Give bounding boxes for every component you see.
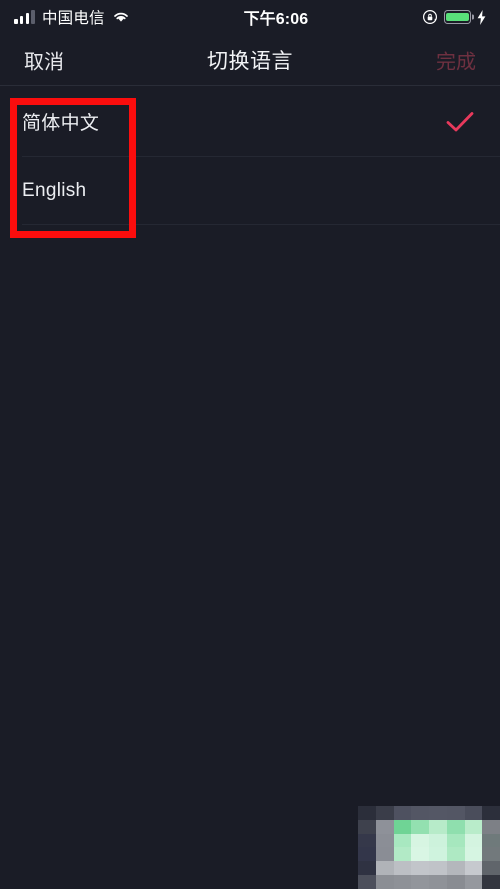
language-list: 简体中文 English bbox=[0, 87, 500, 225]
mosaic-tile bbox=[375, 806, 394, 820]
mosaic-tile bbox=[393, 875, 412, 889]
mosaic-tile bbox=[375, 861, 394, 876]
language-option-simplified-chinese[interactable]: 简体中文 bbox=[0, 87, 500, 156]
checkmark-icon bbox=[446, 111, 474, 133]
mosaic-tile bbox=[446, 806, 465, 820]
mosaic-tile bbox=[411, 861, 429, 876]
mosaic-tile bbox=[464, 847, 483, 862]
mosaic-tile bbox=[375, 833, 394, 848]
mosaic-tile bbox=[411, 833, 429, 848]
mosaic-tile bbox=[482, 806, 500, 820]
mosaic-tile bbox=[393, 833, 412, 848]
mosaic-tile bbox=[446, 861, 465, 876]
mosaic-tile bbox=[358, 847, 376, 862]
list-item-label: 简体中文 bbox=[22, 113, 100, 134]
mosaic-tile bbox=[429, 861, 447, 876]
mosaic-tile bbox=[429, 847, 447, 862]
wifi-icon bbox=[112, 10, 130, 24]
mosaic-tile bbox=[482, 819, 500, 834]
mosaic-tile bbox=[464, 861, 483, 876]
mosaic-tile bbox=[464, 819, 483, 834]
mosaic-tile bbox=[358, 833, 376, 848]
mosaic-tile bbox=[411, 806, 429, 820]
pixelated-censor-block bbox=[358, 806, 500, 889]
mosaic-tile bbox=[358, 819, 376, 834]
mosaic-tile bbox=[464, 806, 483, 820]
mosaic-tile bbox=[411, 819, 429, 834]
mosaic-tile bbox=[393, 861, 412, 876]
navigation-bar: 取消 切换语言 完成 bbox=[0, 34, 500, 86]
language-option-english[interactable]: English bbox=[0, 156, 500, 225]
status-time: 下午6:06 bbox=[243, 11, 309, 28]
mosaic-tile bbox=[429, 819, 447, 834]
mosaic-tile bbox=[464, 875, 483, 889]
mosaic-tile bbox=[429, 875, 447, 889]
status-bar-center: 下午6:06 bbox=[130, 5, 422, 29]
mosaic-tile bbox=[446, 847, 465, 862]
phone-screen: 中国电信 下午6:06 取消 切换语言 完成 简体中文 English bbox=[0, 0, 500, 889]
mosaic-tile bbox=[464, 833, 483, 848]
mosaic-tile bbox=[358, 875, 376, 889]
mosaic-tile bbox=[446, 833, 465, 848]
mosaic-tile bbox=[375, 875, 394, 889]
mosaic-tile bbox=[482, 861, 500, 876]
mosaic-tile bbox=[482, 847, 500, 862]
lightning-bolt-icon bbox=[477, 9, 486, 25]
page-title: 切换语言 bbox=[207, 49, 293, 73]
mosaic-tile bbox=[358, 861, 376, 876]
mosaic-tile bbox=[482, 833, 500, 848]
mosaic-tile bbox=[446, 875, 465, 889]
mosaic-tile bbox=[393, 847, 412, 862]
mosaic-tile bbox=[375, 847, 394, 862]
mosaic-tile bbox=[429, 833, 447, 848]
mosaic-tile bbox=[375, 819, 394, 834]
mosaic-tile bbox=[411, 875, 429, 889]
status-bar: 中国电信 下午6:06 bbox=[0, 0, 500, 34]
mosaic-tile bbox=[482, 875, 500, 889]
mosaic-tile bbox=[446, 819, 465, 834]
mosaic-tile bbox=[393, 806, 412, 820]
status-bar-left: 中国电信 bbox=[14, 6, 130, 28]
mosaic-tile bbox=[358, 806, 376, 820]
mosaic-tile bbox=[393, 819, 412, 834]
done-button[interactable]: 完成 bbox=[432, 42, 480, 77]
rotation-lock-icon bbox=[422, 9, 438, 25]
mosaic-tile bbox=[411, 847, 429, 862]
cellular-signal-icon bbox=[14, 10, 35, 24]
status-bar-right bbox=[422, 9, 486, 25]
carrier-label: 中国电信 bbox=[41, 10, 105, 27]
list-item-label: English bbox=[22, 179, 87, 201]
cancel-button[interactable]: 取消 bbox=[20, 42, 68, 77]
battery-icon bbox=[444, 10, 471, 24]
mosaic-tile bbox=[429, 806, 447, 820]
